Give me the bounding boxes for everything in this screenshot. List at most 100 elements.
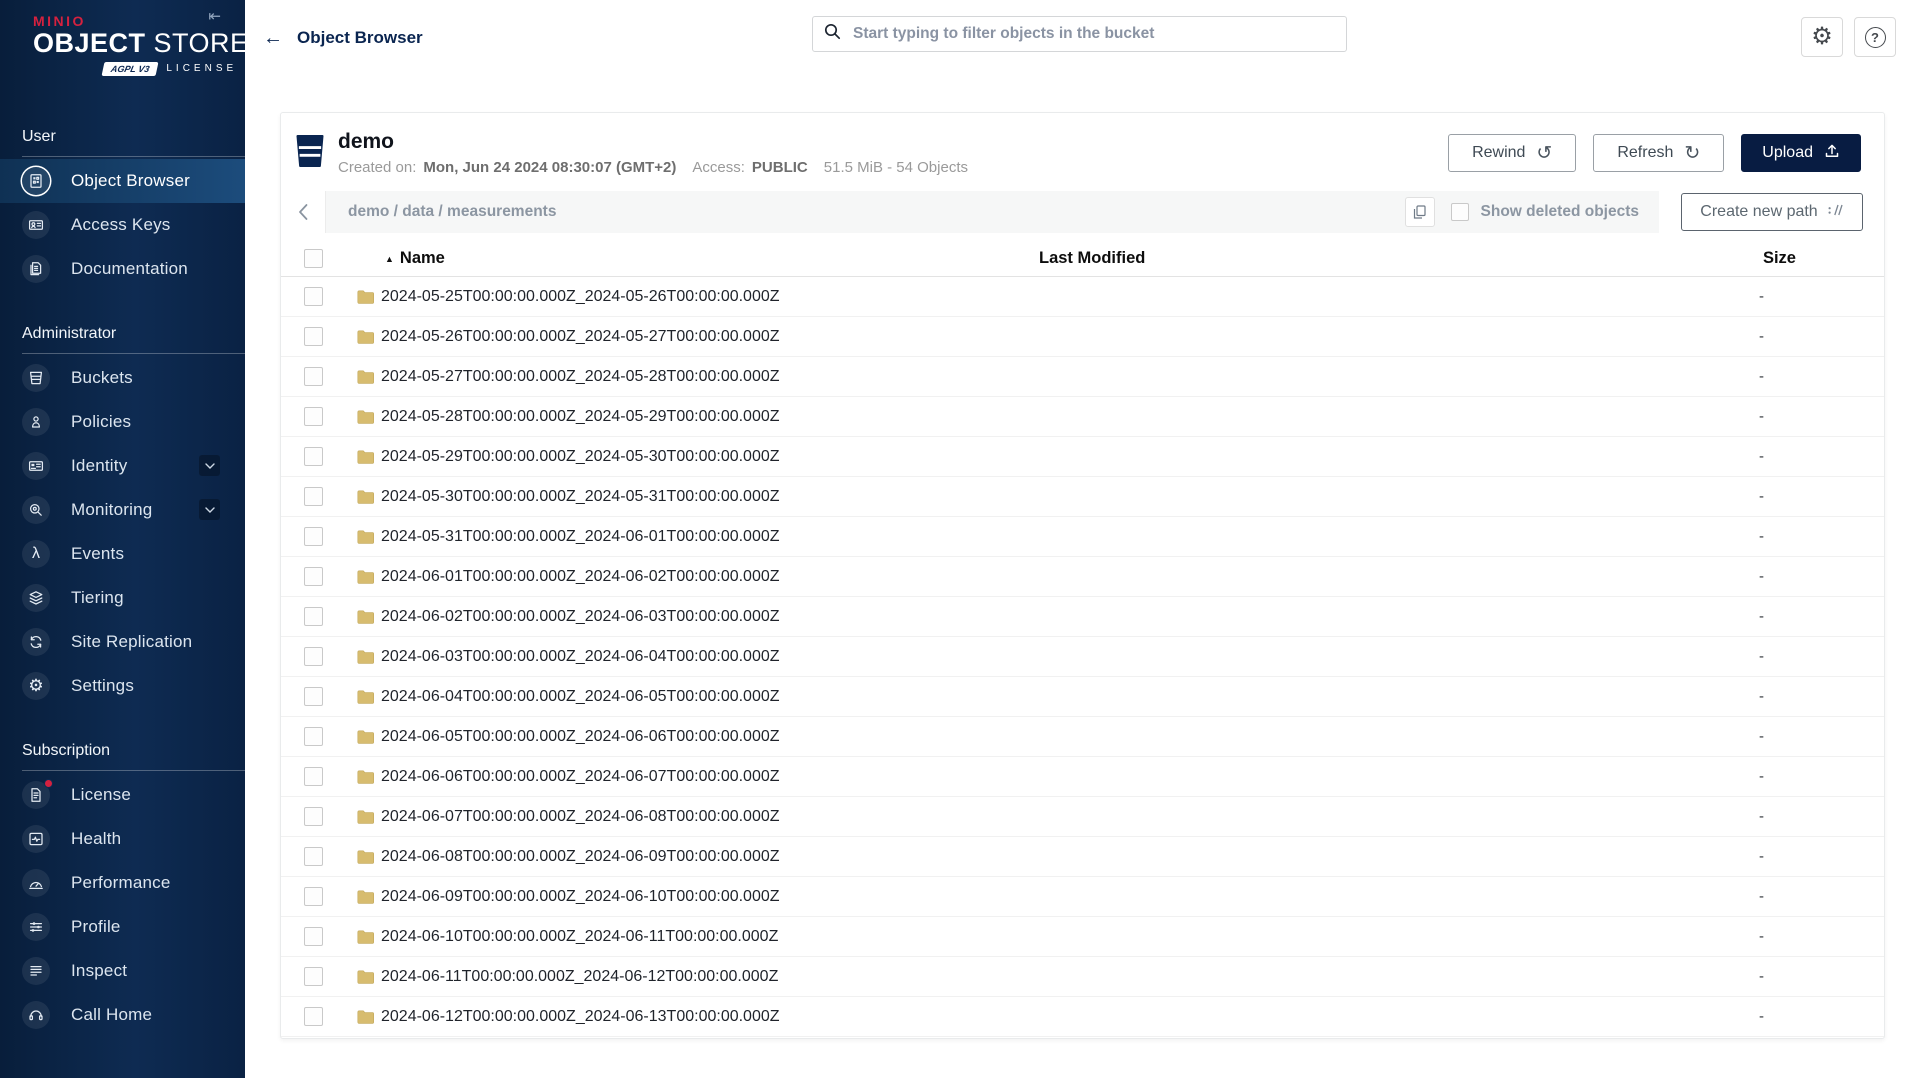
object-name[interactable]: 2024-05-26T00:00:00.000Z_2024-05-27T00:0… xyxy=(381,328,780,346)
table-row[interactable]: 2024-05-26T00:00:00.000Z_2024-05-27T00:0… xyxy=(281,317,1884,357)
row-checkbox[interactable] xyxy=(304,847,323,866)
folder-icon xyxy=(357,770,374,784)
sidebar-item-access-keys[interactable]: Access Keys xyxy=(0,203,245,247)
show-deleted-label[interactable]: Show deleted objects xyxy=(1481,203,1639,221)
sidebar-item-profile[interactable]: Profile xyxy=(0,905,245,949)
row-checkbox[interactable] xyxy=(304,447,323,466)
rewind-button[interactable]: Rewind ↺ xyxy=(1448,134,1577,172)
sidebar-item-performance[interactable]: Performance xyxy=(0,861,245,905)
table-row[interactable]: 2024-05-30T00:00:00.000Z_2024-05-31T00:0… xyxy=(281,477,1884,517)
sidebar-item-events[interactable]: λ Events xyxy=(0,532,245,576)
upload-button[interactable]: Upload xyxy=(1741,134,1861,172)
object-name[interactable]: 2024-06-01T00:00:00.000Z_2024-06-02T00:0… xyxy=(381,568,780,586)
object-name[interactable]: 2024-06-05T00:00:00.000Z_2024-06-06T00:0… xyxy=(381,728,780,746)
object-name[interactable]: 2024-05-27T00:00:00.000Z_2024-05-28T00:0… xyxy=(381,368,780,386)
object-name[interactable]: 2024-05-25T00:00:00.000Z_2024-05-26T00:0… xyxy=(381,288,780,306)
sidebar-item-inspect[interactable]: Inspect xyxy=(0,949,245,993)
access-keys-icon xyxy=(22,210,50,239)
chevron-down-icon[interactable] xyxy=(199,499,220,521)
create-new-path-button[interactable]: Create new path xyxy=(1680,193,1863,231)
row-checkbox[interactable] xyxy=(304,287,323,306)
sidebar-item-call-home[interactable]: Call Home xyxy=(0,993,245,1037)
sidebar-item-documentation[interactable]: Documentation xyxy=(0,247,245,291)
row-checkbox[interactable] xyxy=(304,887,323,906)
object-name[interactable]: 2024-05-28T00:00:00.000Z_2024-05-29T00:0… xyxy=(381,408,780,426)
access-value[interactable]: PUBLIC xyxy=(752,159,808,176)
object-name[interactable]: 2024-05-31T00:00:00.000Z_2024-06-01T00:0… xyxy=(381,528,780,546)
table-row[interactable]: 2024-06-06T00:00:00.000Z_2024-06-07T00:0… xyxy=(281,757,1884,797)
settings-button[interactable]: ⚙ xyxy=(1801,17,1843,57)
show-deleted-checkbox[interactable] xyxy=(1450,203,1469,221)
row-checkbox[interactable] xyxy=(304,1007,323,1026)
copy-icon xyxy=(1413,205,1426,219)
table-row[interactable]: 2024-06-12T00:00:00.000Z_2024-06-13T00:0… xyxy=(281,997,1884,1037)
collapse-sidebar-icon[interactable]: ⇤ xyxy=(208,7,221,25)
table-row[interactable]: 2024-05-27T00:00:00.000Z_2024-05-28T00:0… xyxy=(281,357,1884,397)
sidebar-item-buckets[interactable]: Buckets xyxy=(0,356,245,400)
table-row[interactable]: 2024-06-02T00:00:00.000Z_2024-06-03T00:0… xyxy=(281,597,1884,637)
object-name[interactable]: 2024-06-04T00:00:00.000Z_2024-06-05T00:0… xyxy=(381,688,780,706)
sidebar-item-identity[interactable]: Identity xyxy=(0,444,245,488)
sort-ascending-icon[interactable]: ▲ xyxy=(385,254,394,264)
refresh-button[interactable]: Refresh ↻ xyxy=(1593,134,1725,172)
object-name[interactable]: 2024-06-09T00:00:00.000Z_2024-06-10T00:0… xyxy=(381,888,780,906)
sidebar-item-settings[interactable]: ⚙ Settings xyxy=(0,664,245,708)
chevron-down-icon[interactable] xyxy=(199,455,220,477)
object-name[interactable]: 2024-06-08T00:00:00.000Z_2024-06-09T00:0… xyxy=(381,848,780,866)
row-checkbox[interactable] xyxy=(304,407,323,426)
row-checkbox[interactable] xyxy=(304,967,323,986)
row-checkbox[interactable] xyxy=(304,367,323,386)
page-title-group[interactable]: ← Object Browser xyxy=(263,0,423,75)
table-row[interactable]: 2024-06-01T00:00:00.000Z_2024-06-02T00:0… xyxy=(281,557,1884,597)
copy-path-button[interactable] xyxy=(1404,197,1435,227)
table-row[interactable]: 2024-06-05T00:00:00.000Z_2024-06-06T00:0… xyxy=(281,717,1884,757)
sidebar-item-monitoring[interactable]: Monitoring xyxy=(0,488,245,532)
row-checkbox[interactable] xyxy=(304,767,323,786)
bucket-usage: 51.5 MiB - 54 Objects xyxy=(823,159,968,177)
row-checkbox[interactable] xyxy=(304,327,323,346)
search-input[interactable] xyxy=(851,24,1335,44)
back-arrow-icon[interactable]: ← xyxy=(263,28,283,48)
table-row[interactable]: 2024-06-03T00:00:00.000Z_2024-06-04T00:0… xyxy=(281,637,1884,677)
table-row[interactable]: 2024-05-31T00:00:00.000Z_2024-06-01T00:0… xyxy=(281,517,1884,557)
sidebar-item-site-replication[interactable]: Site Replication xyxy=(0,620,245,664)
select-all-checkbox[interactable] xyxy=(304,249,323,268)
row-checkbox[interactable] xyxy=(304,487,323,506)
table-row[interactable]: 2024-06-08T00:00:00.000Z_2024-06-09T00:0… xyxy=(281,837,1884,877)
table-row[interactable]: 2024-05-29T00:00:00.000Z_2024-05-30T00:0… xyxy=(281,437,1884,477)
sidebar-item-object-browser[interactable]: Object Browser xyxy=(0,158,245,203)
path-back-button[interactable] xyxy=(281,191,326,233)
breadcrumb[interactable]: demo / data / measurements xyxy=(348,203,1405,221)
object-name[interactable]: 2024-06-07T00:00:00.000Z_2024-06-08T00:0… xyxy=(381,808,780,826)
table-row[interactable]: 2024-05-28T00:00:00.000Z_2024-05-29T00:0… xyxy=(281,397,1884,437)
table-row[interactable]: 2024-06-09T00:00:00.000Z_2024-06-10T00:0… xyxy=(281,877,1884,917)
object-name[interactable]: 2024-06-02T00:00:00.000Z_2024-06-03T00:0… xyxy=(381,608,780,626)
row-checkbox[interactable] xyxy=(304,647,323,666)
object-name[interactable]: 2024-06-03T00:00:00.000Z_2024-06-04T00:0… xyxy=(381,648,780,666)
table-row[interactable]: 2024-06-04T00:00:00.000Z_2024-06-05T00:0… xyxy=(281,677,1884,717)
object-name[interactable]: 2024-06-12T00:00:00.000Z_2024-06-13T00:0… xyxy=(381,1008,780,1026)
object-name[interactable]: 2024-05-29T00:00:00.000Z_2024-05-30T00:0… xyxy=(381,448,780,466)
object-name[interactable]: 2024-06-11T00:00:00.000Z_2024-06-12T00:0… xyxy=(381,968,778,986)
row-checkbox[interactable] xyxy=(304,567,323,586)
row-checkbox[interactable] xyxy=(304,527,323,546)
row-checkbox[interactable] xyxy=(304,927,323,946)
object-name[interactable]: 2024-05-30T00:00:00.000Z_2024-05-31T00:0… xyxy=(381,488,780,506)
table-row[interactable]: 2024-06-07T00:00:00.000Z_2024-06-08T00:0… xyxy=(281,797,1884,837)
sidebar-item-license[interactable]: License xyxy=(0,773,245,817)
sidebar-item-health[interactable]: Health xyxy=(0,817,245,861)
row-checkbox[interactable] xyxy=(304,687,323,706)
column-header-name[interactable]: Name xyxy=(400,249,445,268)
folder-icon xyxy=(357,570,374,584)
table-row[interactable]: 2024-05-25T00:00:00.000Z_2024-05-26T00:0… xyxy=(281,277,1884,317)
row-checkbox[interactable] xyxy=(304,727,323,746)
sidebar-item-policies[interactable]: Policies xyxy=(0,400,245,444)
row-checkbox[interactable] xyxy=(304,807,323,826)
sidebar-item-tiering[interactable]: Tiering xyxy=(0,576,245,620)
object-name[interactable]: 2024-06-10T00:00:00.000Z_2024-06-11T00:0… xyxy=(381,928,778,946)
table-row[interactable]: 2024-06-11T00:00:00.000Z_2024-06-12T00:0… xyxy=(281,957,1884,997)
help-button[interactable]: ? xyxy=(1854,17,1896,57)
row-checkbox[interactable] xyxy=(304,607,323,626)
object-name[interactable]: 2024-06-06T00:00:00.000Z_2024-06-07T00:0… xyxy=(381,768,780,786)
table-row[interactable]: 2024-06-10T00:00:00.000Z_2024-06-11T00:0… xyxy=(281,917,1884,957)
